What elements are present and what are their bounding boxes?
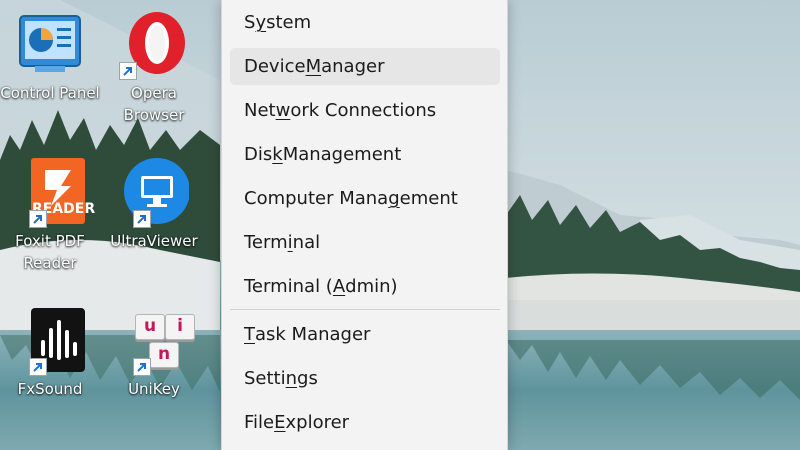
desktop-icon-ultraviewer[interactable]: UltraViewer [104,158,204,278]
key-i: i [165,314,195,340]
menu-item-terminal-admin[interactable]: Terminal (Admin) [230,268,500,305]
menu-label-part: Setti [244,368,286,389]
menu-item-settings[interactable]: Setti n gs [230,360,500,397]
icon-label: UniKey [128,380,180,398]
menu-label-part: Computer Mana [244,188,389,209]
control-panel-icon [15,10,85,80]
menu-label-part: xplorer [285,412,350,433]
shortcut-arrow-icon [133,210,151,228]
menu-label-part: Net [244,100,276,121]
icon-label: Opera Browser [123,84,185,124]
winx-context-menu: Sy stem Device Manager Net w ork Connection… [221,0,508,450]
ultraviewer-icon [119,158,190,228]
menu-label-part: stem [266,12,312,33]
unikey-icon: u i n [119,306,195,376]
key-u: u [135,314,165,340]
menu-label-part: Management [282,144,402,165]
icon-label: Control Panel [0,84,100,102]
desktop-icon-control-panel[interactable]: Control Panel [0,10,100,130]
shortcut-arrow-icon [133,358,151,376]
opera-icon [119,10,189,80]
access-key: A [332,276,346,297]
access-key: g [388,188,400,209]
menu-item-computer-management[interactable]: Computer Mana g ement [230,180,500,217]
menu-item-network-connections[interactable]: Net w ork Connections [230,92,500,129]
menu-label-part: Device [244,56,306,77]
menu-item-task-manager[interactable]: Task Manager [230,316,500,353]
menu-label-part: Dis [244,144,273,165]
menu-label-part: File [244,412,275,433]
access-key: M [305,56,322,77]
desktop-icon-foxit-reader[interactable]: READER Foxit PDF Reader [0,158,100,278]
menu-label-part: ement [399,188,458,209]
icon-label: UltraViewer [110,232,198,250]
shortcut-arrow-icon [29,358,47,376]
desktop-icon-unikey[interactable]: u i n UniKey [104,306,204,426]
menu-item-device-manager[interactable]: Device Manager [230,48,500,85]
menu-item-disk-management[interactable]: Dis k Management [230,136,500,173]
access-key: n [285,368,298,389]
desktop-icon-fxsound[interactable]: FxSound [0,306,100,426]
access-key: k [272,144,283,165]
menu-label-part: S [244,12,256,33]
menu-item-system[interactable]: Sy stem [230,4,500,41]
menu-label-part: anager [321,56,385,77]
access-key: y [255,12,267,33]
menu-label-part: gs [297,368,318,389]
access-key: w [275,100,291,121]
menu-label-part: ask Manager [255,324,371,345]
menu-label-part: Term [244,232,288,253]
menu-label-part: Terminal ( [244,276,333,297]
shortcut-arrow-icon [29,210,47,228]
key-n: n [149,342,179,368]
icon-label: FxSound [17,380,83,398]
shortcut-arrow-icon [119,62,137,80]
menu-separator [230,309,500,310]
icon-label: Foxit PDF Reader [15,232,85,272]
access-key: E [274,412,286,433]
menu-label-part: dmin) [345,276,398,297]
desktop-icon-opera[interactable]: Opera Browser [104,10,204,130]
menu-label-part: nal [292,232,321,253]
menu-item-file-explorer[interactable]: File Explorer [230,404,500,441]
fxsound-icon [15,306,85,376]
menu-item-terminal[interactable]: Term i nal [230,224,500,261]
menu-label-part: ork Connections [290,100,437,121]
foxit-reader-icon: READER [15,158,95,228]
access-key: T [244,324,255,345]
